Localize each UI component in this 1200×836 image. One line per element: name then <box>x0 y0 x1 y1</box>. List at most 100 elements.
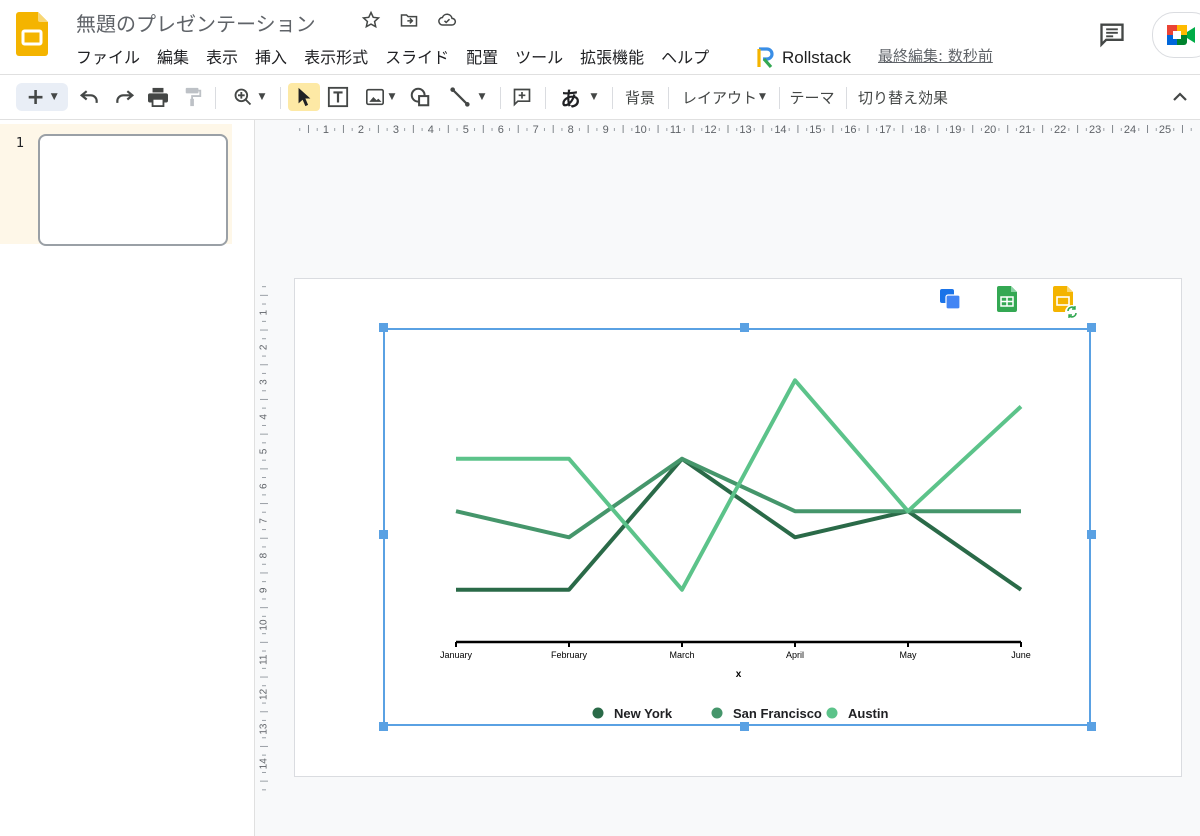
undo-icon <box>80 90 98 103</box>
undo-button[interactable] <box>78 83 102 111</box>
ruler-label: 9 <box>259 587 270 593</box>
toolbar-divider <box>779 87 780 109</box>
menu-tools[interactable]: ツール <box>515 44 563 68</box>
copy-object-icon[interactable] <box>940 289 961 310</box>
resize-handle[interactable] <box>740 722 749 731</box>
meet-button[interactable] <box>1152 12 1200 58</box>
move-folder-icon[interactable] <box>398 9 420 31</box>
ruler-label: 7 <box>259 518 270 524</box>
slide-thumbnail[interactable] <box>38 134 228 246</box>
ruler-label: 14 <box>774 124 786 136</box>
ruler-label: 19 <box>949 124 961 136</box>
shape-icon <box>410 87 430 107</box>
title-bar: 無題のプレゼンテーション ファイル 編集 表示 挿入 表示形式 スライド 配置 … <box>0 0 1200 74</box>
ruler-label: 1 <box>259 309 270 315</box>
resize-handle[interactable] <box>379 323 388 332</box>
ruler-label: 23 <box>1089 124 1101 136</box>
sheets-icon[interactable] <box>997 286 1017 312</box>
toolbar-divider <box>280 87 281 109</box>
document-title[interactable]: 無題のプレゼンテーション <box>76 8 316 37</box>
comment-icon[interactable] <box>1098 20 1126 48</box>
resize-handle[interactable] <box>379 530 388 539</box>
vertical-ruler[interactable]: 1 2 3 4 5 6 7 8 9 10 11 12 13 14 <box>256 138 273 836</box>
new-slide-button[interactable]: + ▼ <box>16 83 68 111</box>
resize-handle[interactable] <box>1087 722 1096 731</box>
ruler-label: 12 <box>704 124 716 136</box>
shape-button[interactable] <box>408 83 432 111</box>
ruler-label: 3 <box>393 124 399 136</box>
ruler-label: 13 <box>739 124 751 136</box>
ruler-label: 7 <box>533 124 539 136</box>
menu-view[interactable]: 表示 <box>206 44 238 68</box>
ruler-label: 21 <box>1019 124 1031 136</box>
menu-extensions[interactable]: 拡張機能 <box>580 44 644 68</box>
menu-arrange[interactable]: 配置 <box>466 44 498 68</box>
ruler-label: 8 <box>259 552 270 558</box>
add-comment-icon <box>513 88 531 107</box>
ruler-label: 13 <box>259 723 270 735</box>
line-icon <box>449 87 470 107</box>
chart-selection-box[interactable] <box>383 328 1091 726</box>
ruler-label: 2 <box>259 344 270 350</box>
redo-icon <box>116 90 134 103</box>
toolbar-divider <box>545 87 546 109</box>
horizontal-ruler[interactable]: 1 2 3 4 5 6 7 8 9 10 11 12 13 14 15 16 17 18 19 20 21 22 23 24 2… <box>256 120 1200 139</box>
cursor-icon <box>298 87 311 107</box>
layout-button[interactable]: レイアウト ▼ <box>678 83 770 111</box>
menu-insert[interactable]: 挿入 <box>255 44 287 68</box>
ruler-label: 11 <box>670 124 681 136</box>
ruler-label: 14 <box>259 758 270 770</box>
ruler-label: 24 <box>1124 124 1136 136</box>
insert-comment-button[interactable] <box>510 83 534 111</box>
ruler-label: 1 <box>323 124 329 136</box>
line-button[interactable]: ▼ <box>444 83 490 111</box>
ruler-label: 22 <box>1054 124 1066 136</box>
rollstack-addon-menu[interactable]: Rollstack <box>756 46 851 70</box>
ruler-label: 8 <box>568 124 574 136</box>
menu-edit[interactable]: 編集 <box>157 44 189 68</box>
ruler-label: 10 <box>259 619 270 631</box>
linked-object-icons <box>938 285 1088 325</box>
ruler-label: 12 <box>259 688 270 700</box>
cloud-status-icon[interactable] <box>436 9 458 31</box>
last-edit-link[interactable]: 最終編集: 数秒前 <box>878 45 993 66</box>
ruler-label: 16 <box>844 124 856 136</box>
theme-button[interactable]: テーマ <box>786 83 838 111</box>
background-button[interactable]: 背景 <box>620 83 660 111</box>
filmstrip: 1 <box>0 120 255 836</box>
star-icon[interactable] <box>360 9 382 31</box>
text-style-label: あ <box>560 86 581 111</box>
toolbar-divider <box>612 87 613 109</box>
ruler-label: 20 <box>984 124 996 136</box>
text-box-button[interactable] <box>326 83 350 111</box>
menu-help[interactable]: ヘルプ <box>661 44 709 68</box>
slides-logo-icon[interactable] <box>16 12 48 56</box>
resize-handle[interactable] <box>1087 530 1096 539</box>
collapse-toolbar-button[interactable] <box>1168 83 1192 111</box>
insert-image-button[interactable]: ▼ <box>360 83 400 111</box>
print-button[interactable] <box>146 83 170 111</box>
zoom-button[interactable]: ▼ <box>226 83 272 111</box>
ruler-label: 18 <box>914 124 926 136</box>
rollstack-logo-icon <box>757 47 774 69</box>
text-style-button[interactable]: あ ▼ <box>554 83 604 111</box>
chevron-down-icon: ▼ <box>50 92 58 102</box>
slide-thumbnail-item[interactable]: 1 <box>0 124 232 246</box>
resize-handle[interactable] <box>740 323 749 332</box>
transition-button[interactable]: 切り替え効果 <box>856 83 950 111</box>
ruler-label: 25 <box>1159 124 1171 136</box>
redo-button[interactable] <box>112 83 136 111</box>
resize-handle[interactable] <box>379 722 388 731</box>
select-tool-button[interactable] <box>288 83 320 111</box>
menu-format[interactable]: 表示形式 <box>304 44 368 68</box>
menu-slide[interactable]: スライド <box>385 44 449 68</box>
chevron-down-icon: ▼ <box>759 92 766 102</box>
slides-refresh-icon[interactable] <box>1053 286 1079 319</box>
paint-format-button[interactable] <box>182 83 204 111</box>
resize-handle[interactable] <box>1087 323 1096 332</box>
toolbar-divider <box>668 87 669 109</box>
chevron-up-icon <box>1173 92 1187 101</box>
toolbar-divider <box>846 87 847 109</box>
menu-file[interactable]: ファイル <box>76 44 140 68</box>
ruler-label: 10 <box>634 124 646 136</box>
